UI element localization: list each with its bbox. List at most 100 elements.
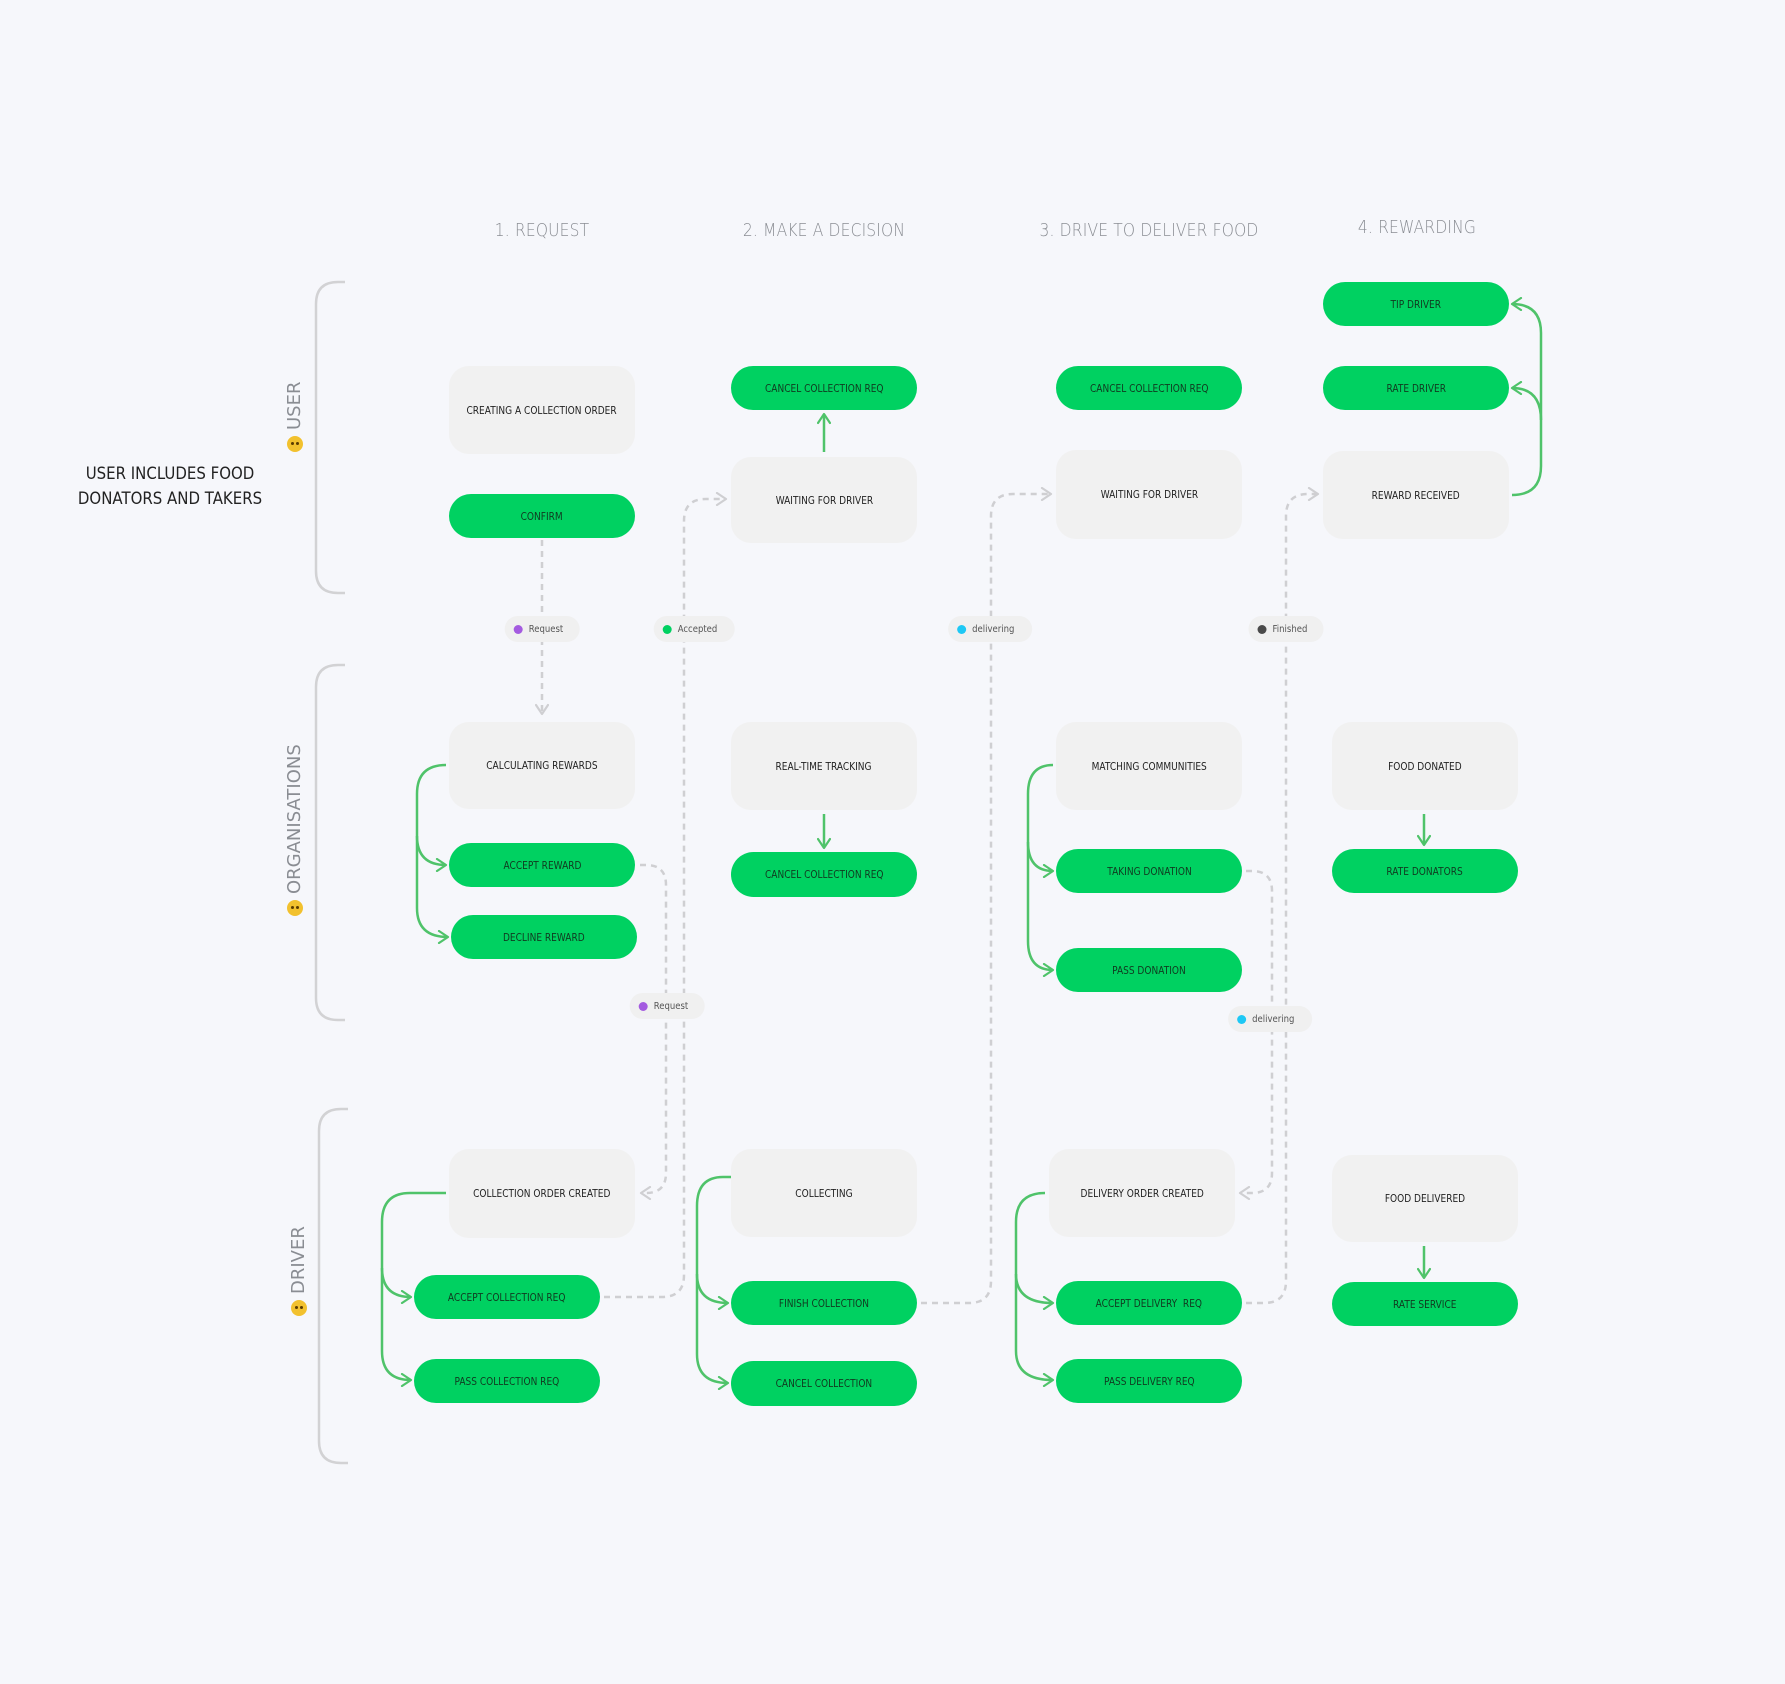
status-chip-request-driver: Request bbox=[629, 993, 705, 1019]
rate-driver-button[interactable]: RATE DRIVER bbox=[1323, 366, 1509, 410]
arrow-reward-to-rate bbox=[1512, 388, 1543, 421]
state-reward-received: REWARD RECEIVED bbox=[1323, 451, 1509, 539]
cancel-collection-req-button-delivery[interactable]: CANCEL COLLECTION REQ bbox=[1056, 366, 1242, 410]
arrow-reward-to-tip bbox=[1512, 304, 1543, 497]
arrow-coll-to-pass bbox=[380, 1268, 411, 1380]
person-emoji-icon bbox=[286, 900, 303, 916]
node-label: REAL-TIME TRACKING bbox=[776, 759, 872, 773]
lane-label-text: DRIVER bbox=[288, 1226, 309, 1294]
node-label: RATE DONATORS bbox=[1386, 864, 1464, 878]
arrow-calc-to-decline bbox=[415, 836, 448, 937]
lane-label-text: ORGANISATIONS bbox=[284, 744, 305, 894]
cancel-collection-req-button-org[interactable]: CANCEL COLLECTION REQ bbox=[731, 852, 917, 897]
arrow-collecting-to-cancel bbox=[695, 1274, 728, 1383]
pass-delivery-req-button[interactable]: PASS DELIVERY REQ bbox=[1056, 1359, 1242, 1403]
user-lane-bracket bbox=[314, 280, 345, 595]
node-label: CANCEL COLLECTION REQ bbox=[764, 868, 884, 881]
arrow-delivery-to-accept bbox=[1014, 1191, 1053, 1303]
lane-label-text: USER bbox=[284, 381, 305, 430]
node-label: TIP DRIVER bbox=[1390, 297, 1442, 311]
chip-label: Accepted bbox=[677, 623, 718, 635]
node-label: TAKING DONATION bbox=[1106, 864, 1192, 878]
node-label: MATCHING COMMUNITIES bbox=[1091, 759, 1207, 773]
state-collection-order-created: COLLECTION ORDER CREATED bbox=[449, 1149, 635, 1238]
node-label: RATE DRIVER bbox=[1386, 381, 1446, 395]
arrow-matching-to-taking bbox=[1026, 763, 1053, 871]
state-realtime-tracking: REAL-TIME TRACKING bbox=[731, 722, 917, 810]
status-chip-delivering-driver: delivering bbox=[1228, 1006, 1312, 1032]
status-dot-icon bbox=[1257, 624, 1267, 634]
state-waiting-for-driver-delivery: WAITING FOR DRIVER bbox=[1056, 450, 1242, 539]
node-label: CANCEL COLLECTION REQ bbox=[1089, 381, 1209, 395]
status-chip-finished: Finished bbox=[1248, 616, 1324, 642]
decline-reward-button[interactable]: DECLINE REWARD bbox=[451, 915, 637, 959]
node-label: DECLINE REWARD bbox=[503, 930, 585, 944]
dashed-taking-to-delivery bbox=[1240, 869, 1274, 1193]
node-label: CANCEL COLLECTION REQ bbox=[764, 381, 884, 395]
node-label: PASS DELIVERY REQ bbox=[1103, 1374, 1195, 1388]
pass-donation-button[interactable]: PASS DONATION bbox=[1056, 948, 1242, 992]
tip-driver-button[interactable]: TIP DRIVER bbox=[1323, 282, 1509, 326]
status-chip-request: Request bbox=[504, 616, 580, 642]
node-label: ACCEPT DELIVERY REQ bbox=[1095, 1296, 1203, 1310]
lane-label-organisations: ORGANISATIONS bbox=[284, 744, 305, 916]
neutral-face-emoji-icon bbox=[286, 436, 303, 452]
state-waiting-for-driver: WAITING FOR DRIVER bbox=[731, 457, 917, 543]
column-header-request: 1. REQUEST bbox=[494, 220, 590, 241]
taking-donation-button[interactable]: TAKING DONATION bbox=[1056, 849, 1242, 893]
accept-delivery-req-button[interactable]: ACCEPT DELIVERY REQ bbox=[1056, 1281, 1242, 1325]
chip-label: Finished bbox=[1272, 623, 1308, 635]
status-dot-icon bbox=[638, 1001, 648, 1011]
status-dot-icon bbox=[1237, 1014, 1247, 1024]
dashed-accept-reward-to-coll bbox=[640, 863, 668, 1193]
state-collecting: COLLECTING bbox=[731, 1149, 917, 1237]
arrow-matching-to-pass bbox=[1026, 842, 1053, 970]
node-label: ACCEPT REWARD bbox=[503, 858, 581, 872]
node-label: DELIVERY ORDER CREATED bbox=[1080, 1186, 1204, 1200]
node-label: COLLECTING bbox=[795, 1186, 853, 1200]
node-label: WAITING FOR DRIVER bbox=[775, 493, 873, 507]
node-label: CALCULATING REWARDS bbox=[486, 759, 598, 772]
state-matching-communities: MATCHING COMMUNITIES bbox=[1056, 722, 1242, 810]
pass-collection-req-button[interactable]: PASS COLLECTION REQ bbox=[414, 1359, 600, 1403]
status-dot-icon bbox=[513, 624, 523, 634]
node-label: FOOD DELIVERED bbox=[1384, 1192, 1466, 1205]
rate-service-button[interactable]: RATE SERVICE bbox=[1332, 1282, 1518, 1326]
node-label: WAITING FOR DRIVER bbox=[1100, 488, 1198, 501]
arrow-calc-to-accept bbox=[415, 763, 446, 865]
node-label: COLLECTION ORDER CREATED bbox=[473, 1187, 611, 1200]
chip-label: delivering bbox=[1252, 1013, 1295, 1025]
node-label: REWARD RECEIVED bbox=[1371, 488, 1461, 502]
node-label: CANCEL COLLECTION bbox=[775, 1377, 873, 1390]
node-label: PASS COLLECTION REQ bbox=[454, 1374, 560, 1388]
rate-donators-button[interactable]: RATE DONATORS bbox=[1332, 849, 1518, 893]
column-header-drive: 3. DRIVE TO DELIVER FOOD bbox=[1039, 220, 1259, 241]
status-dot-icon bbox=[957, 624, 967, 634]
node-label: FINISH COLLECTION bbox=[778, 1296, 870, 1310]
finish-collection-button[interactable]: FINISH COLLECTION bbox=[731, 1281, 917, 1325]
arrow-delivery-to-pass bbox=[1014, 1274, 1053, 1380]
person-emoji-icon bbox=[290, 1300, 307, 1316]
node-label: RATE SERVICE bbox=[1393, 1297, 1457, 1311]
node-label: PASS DONATION bbox=[1112, 963, 1186, 977]
user-note: USER INCLUDES FOOD DONATORS AND TAKERS bbox=[77, 464, 263, 509]
lane-label-driver: DRIVER bbox=[288, 1226, 309, 1316]
cancel-collection-req-button[interactable]: CANCEL COLLECTION REQ bbox=[731, 366, 917, 410]
state-food-donated: FOOD DONATED bbox=[1332, 722, 1518, 810]
column-header-decision: 2. MAKE A DECISION bbox=[742, 220, 906, 241]
cancel-collection-button[interactable]: CANCEL COLLECTION bbox=[731, 1361, 917, 1406]
column-header-rewarding: 4. REWARDING bbox=[1357, 217, 1477, 238]
accept-reward-button[interactable]: ACCEPT REWARD bbox=[449, 843, 635, 887]
state-food-delivered: FOOD DELIVERED bbox=[1332, 1155, 1518, 1242]
lane-label-user: USER bbox=[284, 382, 305, 452]
driver-lane-bracket bbox=[317, 1107, 348, 1465]
state-delivery-order-created: DELIVERY ORDER CREATED bbox=[1049, 1149, 1235, 1237]
accept-collection-req-button[interactable]: ACCEPT COLLECTION REQ bbox=[414, 1275, 600, 1319]
state-calculating-rewards: CALCULATING REWARDS bbox=[449, 722, 635, 809]
node-label: CREATING A COLLECTION ORDER bbox=[466, 403, 618, 417]
confirm-button[interactable]: CONFIRM bbox=[449, 494, 635, 538]
node-label: ACCEPT COLLECTION REQ bbox=[448, 1290, 566, 1304]
state-creating-order: CREATING A COLLECTION ORDER bbox=[449, 366, 635, 454]
chip-label: delivering bbox=[972, 623, 1015, 635]
connector-layer bbox=[314, 280, 1543, 1465]
